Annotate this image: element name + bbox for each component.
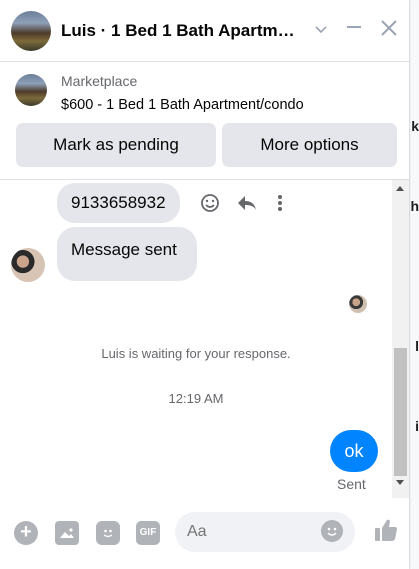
incoming-message[interactable]: Message sent <box>57 227 197 281</box>
more-options-button[interactable]: More options <box>222 123 397 167</box>
marketplace-label: Marketplace <box>61 73 138 89</box>
bg-fragment: h <box>410 198 419 214</box>
outgoing-message[interactable]: ok <box>330 430 378 472</box>
listing-avatar[interactable] <box>11 11 51 51</box>
close-icon[interactable] <box>377 18 401 42</box>
chat-window: Luis · 1 Bed 1 Bath Apartm… Marketplace … <box>0 0 409 569</box>
scrollbar-thumb[interactable] <box>394 348 407 476</box>
plus-icon[interactable]: + <box>14 521 38 545</box>
chevron-down-icon[interactable] <box>309 18 333 42</box>
minimize-icon[interactable] <box>342 18 366 42</box>
emoji-icon[interactable] <box>321 520 343 542</box>
listing-title[interactable]: $600 - 1 Bed 1 Bath Apartment/condo <box>61 97 304 113</box>
message-list: 9133658932 Message sent Luis is waiting … <box>0 180 409 498</box>
bg-fragment: l <box>415 338 419 354</box>
photo-icon[interactable] <box>55 521 79 545</box>
bg-fragment: k <box>411 118 419 134</box>
waiting-notice: Luis is waiting for your response. <box>101 346 291 361</box>
scroll-up-arrow-icon[interactable] <box>396 186 404 191</box>
mark-as-pending-button[interactable]: Mark as pending <box>16 123 216 167</box>
more-actions-icon[interactable] <box>276 193 284 218</box>
thumbs-up-icon[interactable] <box>371 516 401 546</box>
sticker-icon[interactable] <box>96 521 120 545</box>
message-composer: + GIF <box>0 498 409 569</box>
message-scrollbar[interactable] <box>392 180 409 498</box>
sent-receipt: Sent <box>337 476 366 492</box>
react-icon[interactable] <box>200 193 220 218</box>
seen-by-avatar <box>349 295 367 313</box>
gif-icon[interactable]: GIF <box>136 521 160 545</box>
contact-avatar[interactable] <box>11 248 45 282</box>
bg-fragment: i <box>415 418 419 434</box>
chat-header: Luis · 1 Bed 1 Bath Apartm… <box>0 0 409 62</box>
message-timestamp: 12:19 AM <box>168 391 224 406</box>
incoming-message[interactable]: 9133658932 <box>57 183 180 223</box>
listing-thumbnail[interactable] <box>15 74 47 106</box>
chat-title[interactable]: Luis · 1 Bed 1 Bath Apartm… <box>61 21 301 41</box>
scroll-down-arrow-icon[interactable] <box>396 480 404 485</box>
reply-icon[interactable] <box>236 193 258 218</box>
